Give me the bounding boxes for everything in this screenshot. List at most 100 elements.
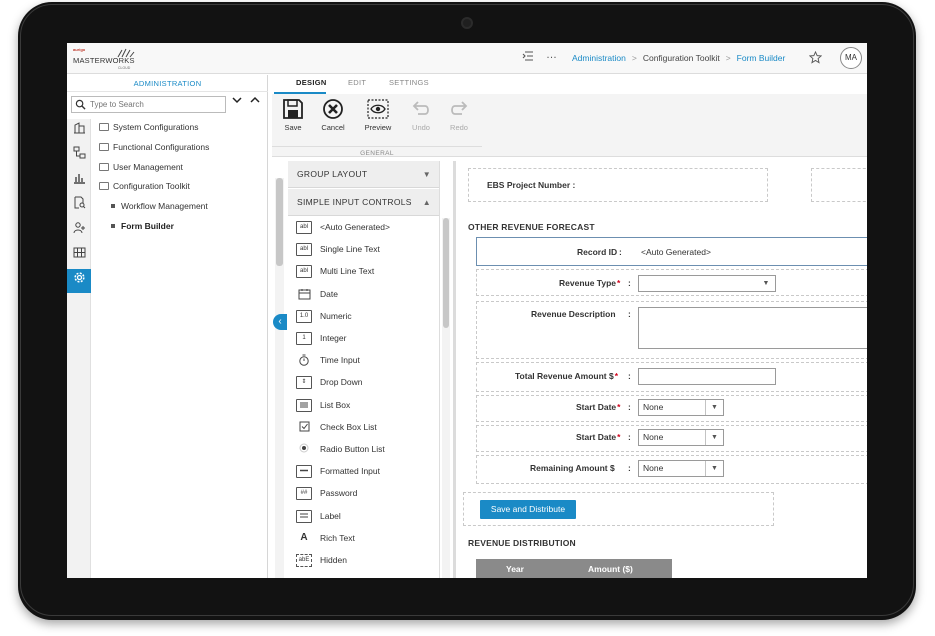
control-single-line-text[interactable]: abl Single Line Text: [296, 243, 380, 263]
control-auto-generated[interactable]: abl <Auto Generated>: [296, 221, 390, 241]
control-integer[interactable]: 1 Integer: [296, 332, 346, 352]
control-radio-button-list[interactable]: Radio Button List: [296, 443, 385, 463]
control-label: Formatted Input: [320, 465, 381, 476]
save-and-distribute-button[interactable]: Save and Distribute: [480, 500, 576, 519]
start-date-value: None: [643, 402, 664, 412]
scrollbar-thumb[interactable]: [443, 218, 449, 328]
controls-outer-scrollbar[interactable]: [275, 178, 284, 578]
control-label: Hidden: [320, 554, 347, 565]
tab-edit[interactable]: EDIT: [348, 78, 366, 87]
breadcrumb: Administration > Configuration Toolkit > For…: [572, 53, 785, 63]
control-label-item[interactable]: Label: [296, 510, 341, 530]
breadcrumb-configuration-toolkit[interactable]: Configuration Toolkit: [643, 53, 720, 63]
tree-item-label: Form Builder: [121, 221, 174, 231]
hidden-field-icon: abE: [296, 554, 312, 567]
favorite-star-icon[interactable]: [808, 50, 823, 67]
left-panel: ADMINISTRATION Type to Search System Con…: [67, 75, 268, 578]
left-panel-title: ADMINISTRATION: [67, 75, 268, 92]
revenue-type-colon: :: [628, 278, 631, 288]
control-multi-line-text[interactable]: abl Multi Line Text: [296, 265, 374, 285]
remaining-amount-select[interactable]: None ▼: [638, 460, 724, 477]
user-avatar[interactable]: MA: [840, 47, 862, 69]
control-list-box[interactable]: List Box: [296, 399, 350, 419]
tree-item-system-configurations[interactable]: System Configurations: [99, 122, 199, 132]
form-canvas: EBS Project Number : OTHER REVENUE FOREC…: [453, 161, 867, 578]
record-id-value: <Auto Generated>: [641, 247, 711, 257]
control-label: Label: [320, 510, 341, 521]
bullet-icon: [111, 204, 115, 208]
scrollbar-thumb[interactable]: [276, 178, 283, 266]
control-formatted-input[interactable]: Formatted Input: [296, 465, 380, 485]
remaining-amount-label: Remaining Amount $: [530, 463, 615, 473]
control-password[interactable]: ## Password: [296, 487, 357, 507]
preview-button[interactable]: Preview: [359, 98, 397, 132]
section-revenue-distribution: REVENUE DISTRIBUTION: [468, 538, 576, 548]
revenue-description-colon: :: [628, 309, 631, 319]
control-label: List Box: [320, 399, 351, 410]
tree-item-form-builder[interactable]: Form Builder: [111, 221, 174, 231]
control-label: Rich Text: [320, 532, 355, 543]
more-icon[interactable]: …: [546, 49, 557, 61]
collapse-panel-chevron-left-icon[interactable]: ‹: [273, 314, 287, 330]
revenue-description-label: Revenue Description: [531, 309, 616, 319]
textbox-abl-icon: abl: [296, 221, 312, 234]
control-label: Multi Line Text: [320, 265, 375, 276]
module-settings-gear-icon[interactable]: [67, 269, 91, 293]
collapse-list-icon[interactable]: [522, 50, 534, 65]
tree-item-functional-configurations[interactable]: Functional Configurations: [99, 142, 209, 152]
simple-input-controls-header[interactable]: SIMPLE INPUT CONTROLS ▲: [288, 189, 439, 216]
control-label: Check Box List: [320, 421, 377, 432]
revenue-description-textarea[interactable]: [638, 307, 867, 349]
control-time-input[interactable]: Time Input: [296, 354, 360, 374]
control-rich-text[interactable]: A Rich Text: [296, 532, 355, 552]
adjacent-field-container[interactable]: [811, 168, 867, 202]
module-user-location-icon[interactable]: [67, 219, 91, 243]
top-header: aurigo MASTERWORKS CLOUD … Administratio…: [67, 43, 867, 74]
tree-item-workflow-management[interactable]: Workflow Management: [111, 201, 208, 211]
total-amount-text: Total Revenue Amount $: [515, 371, 614, 381]
control-label: Drop Down: [320, 376, 363, 387]
control-check-box-list[interactable]: Check Box List: [296, 421, 377, 441]
grid-column-year[interactable]: Year: [506, 564, 524, 574]
save-button[interactable]: Save: [274, 98, 312, 132]
chevron-down-icon: ▼: [705, 430, 723, 445]
module-building-icon[interactable]: [67, 119, 91, 143]
module-document-search-icon[interactable]: [67, 194, 91, 218]
controls-inner-scrollbar[interactable]: [442, 218, 450, 578]
start-date-2-select[interactable]: None ▼: [638, 429, 724, 446]
app-logo[interactable]: aurigo MASTERWORKS CLOUD: [73, 47, 137, 71]
search-icon: [75, 99, 86, 110]
control-numeric[interactable]: 1.0 Numeric: [296, 310, 352, 330]
module-report-icon[interactable]: [67, 169, 91, 193]
total-amount-colon: :: [628, 371, 631, 381]
tab-design[interactable]: DESIGN: [296, 78, 327, 87]
breadcrumb-form-builder[interactable]: Form Builder: [737, 53, 786, 63]
redo-button[interactable]: Redo: [440, 98, 478, 132]
grid-column-amount[interactable]: Amount ($): [588, 564, 633, 574]
control-drop-down[interactable]: ⇕ Drop Down: [296, 376, 363, 396]
expand-all-chevron-down-icon[interactable]: [232, 95, 242, 108]
search-input[interactable]: [90, 98, 222, 111]
tree-item-user-management[interactable]: User Management: [99, 162, 183, 172]
module-grid-icon[interactable]: [67, 244, 91, 268]
logo-sub: CLOUD: [118, 66, 131, 70]
toolbar-group-label: GENERAL: [272, 146, 482, 157]
tree-item-configuration-toolkit[interactable]: Configuration Toolkit: [99, 181, 190, 191]
start-date-select[interactable]: None ▼: [638, 399, 724, 416]
total-amount-input[interactable]: [638, 368, 776, 385]
module-org-chart-icon[interactable]: [67, 144, 91, 168]
breadcrumb-administration[interactable]: Administration: [572, 53, 626, 63]
undo-button[interactable]: Undo: [402, 98, 440, 132]
required-mark: *: [617, 278, 621, 288]
cancel-button[interactable]: Cancel: [314, 98, 352, 132]
revenue-type-select[interactable]: ▼: [638, 275, 776, 292]
collapse-all-chevron-up-icon[interactable]: [250, 95, 260, 108]
group-layout-header[interactable]: GROUP LAYOUT ▼: [288, 161, 439, 188]
redo-label: Redo: [450, 123, 468, 132]
control-hidden[interactable]: abE Hidden: [296, 554, 347, 574]
tab-settings[interactable]: SETTINGS: [389, 78, 429, 87]
control-label: Numeric: [320, 310, 352, 321]
start-date-colon: :: [628, 402, 631, 412]
control-label: Time Input: [320, 354, 360, 365]
control-date[interactable]: Date: [296, 288, 338, 308]
